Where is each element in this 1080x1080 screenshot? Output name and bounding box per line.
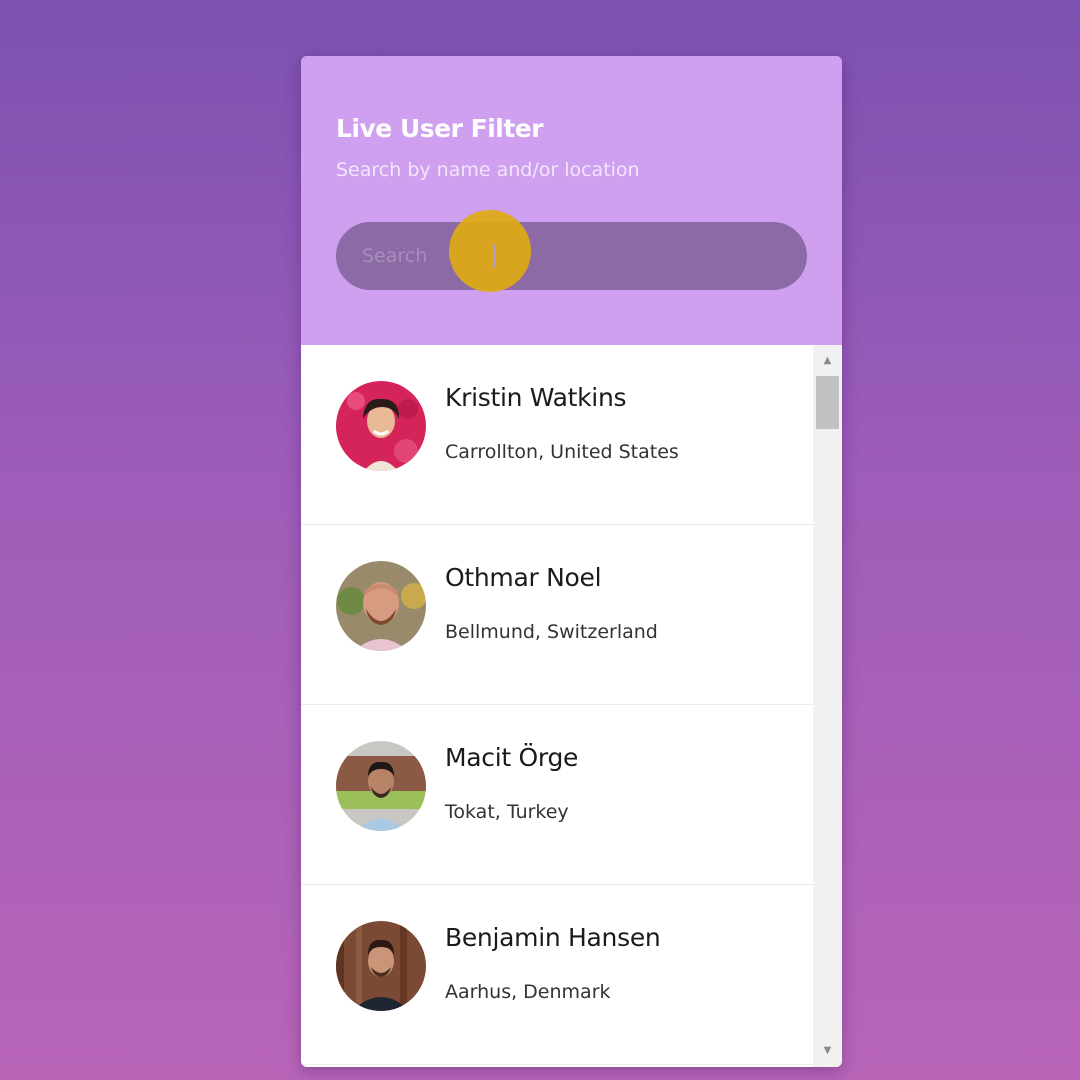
page-subtitle: Search by name and/or location	[336, 159, 640, 181]
user-filter-card: Live User Filter Search by name and/or l…	[301, 56, 842, 1067]
scroll-up-arrow-icon[interactable]: ▲	[813, 351, 842, 371]
page-title: Live User Filter	[336, 114, 544, 143]
scroll-down-arrow-icon[interactable]: ▼	[813, 1041, 842, 1061]
search-field-container[interactable]	[336, 210, 807, 292]
user-name: Othmar Noel	[445, 563, 602, 592]
user-list-item[interactable]: Kristin Watkins Carrollton, United State…	[301, 345, 813, 525]
user-location: Aarhus, Denmark	[445, 981, 611, 1003]
user-avatar	[336, 381, 426, 471]
list-scrollbar[interactable]: ▲ ▼	[813, 345, 842, 1067]
user-name: Benjamin Hansen	[445, 923, 661, 952]
user-list-item[interactable]: Macit Örge Tokat, Turkey	[301, 705, 813, 885]
user-list-item[interactable]: Othmar Noel Bellmund, Switzerland	[301, 525, 813, 705]
user-avatar	[336, 741, 426, 831]
scrollbar-thumb[interactable]	[816, 376, 839, 429]
user-list[interactable]: Kristin Watkins Carrollton, United State…	[301, 345, 813, 1067]
search-input[interactable]	[336, 222, 807, 290]
user-list-item[interactable]: Benjamin Hansen Aarhus, Denmark	[301, 885, 813, 1065]
user-location: Tokat, Turkey	[445, 801, 569, 823]
user-name: Kristin Watkins	[445, 383, 627, 412]
user-location: Bellmund, Switzerland	[445, 621, 658, 643]
user-avatar	[336, 921, 426, 1011]
user-name: Macit Örge	[445, 743, 579, 772]
user-location: Carrollton, United States	[445, 441, 679, 463]
user-avatar	[336, 561, 426, 651]
card-header: Live User Filter Search by name and/or l…	[301, 56, 842, 345]
